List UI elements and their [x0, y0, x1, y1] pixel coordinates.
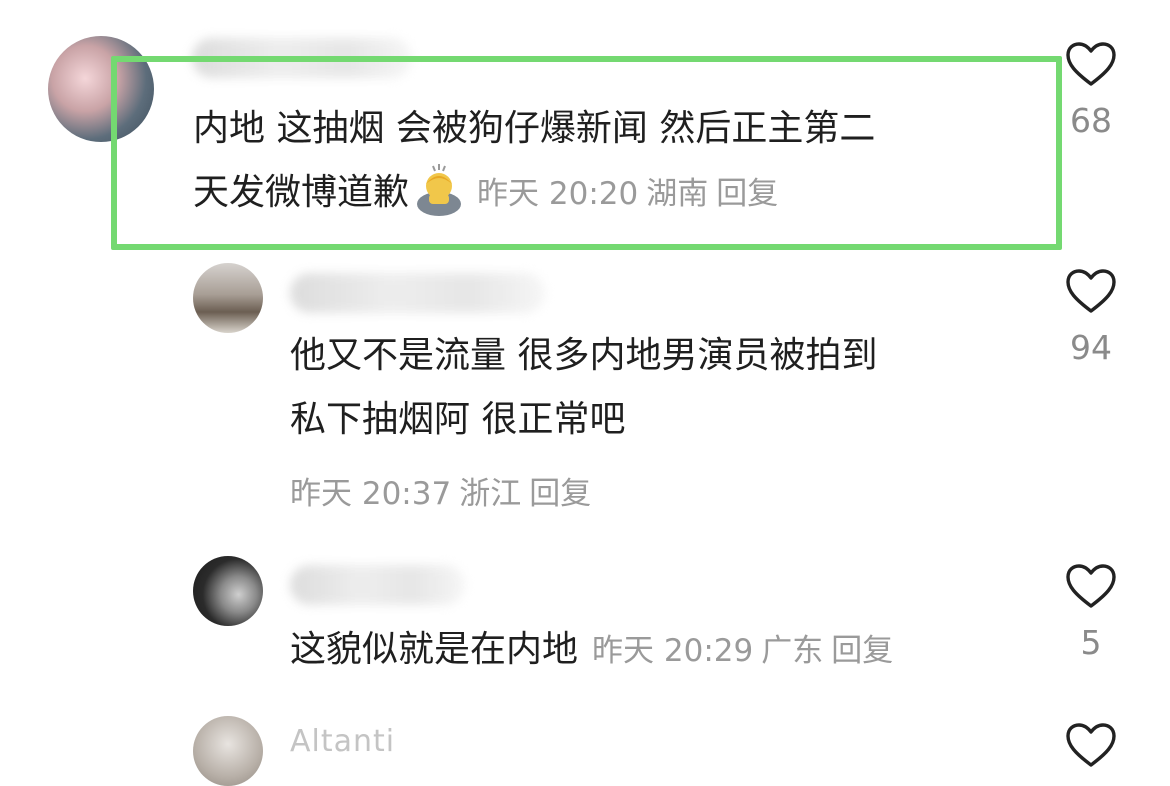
comment-text-line: 这貌似就是在内地 昨天 20:29 广东 回复: [290, 618, 901, 683]
avatar[interactable]: [193, 263, 263, 333]
heart-icon: [1066, 723, 1116, 767]
comment-text: 这貌似就是在内地 昨天 20:29 广东 回复: [290, 618, 901, 683]
comment-text-line: 他又不是流量 很多内地男演员被拍到: [290, 335, 878, 376]
heart-icon: [1066, 269, 1116, 313]
comment-meta: 昨天 20:37 浙江 回复: [290, 468, 599, 513]
comment-location: 广东: [761, 633, 824, 669]
like-button[interactable]: [1061, 722, 1121, 768]
comment-text-segment: 这貌似就是在内地: [290, 629, 579, 670]
like-button[interactable]: 94: [1061, 268, 1121, 367]
highlight-box: [111, 56, 1062, 250]
heart-icon: [1066, 564, 1116, 608]
like-count: 5: [1080, 623, 1102, 662]
comment-location: 浙江: [459, 476, 522, 512]
username-blurred[interactable]: [290, 273, 545, 313]
like-count: 68: [1070, 101, 1112, 140]
like-count: 94: [1070, 328, 1112, 367]
like-button[interactable]: 68: [1061, 41, 1121, 140]
comment-text: 他又不是流量 很多内地男演员被拍到 私下抽烟阿 很正常吧: [290, 324, 877, 452]
reply-button[interactable]: 回复: [831, 633, 893, 669]
comment-time: 昨天 20:37: [290, 476, 452, 512]
comment-text-line: 私下抽烟阿 很正常吧: [290, 399, 626, 440]
avatar[interactable]: [193, 716, 263, 786]
username-blurred[interactable]: [290, 565, 465, 605]
comment-time: 昨天 20:29: [592, 633, 754, 669]
comment-meta: 昨天 20:29 广东 回复: [592, 633, 901, 669]
username[interactable]: Altanti: [290, 724, 395, 759]
reply-button[interactable]: 回复: [529, 476, 591, 512]
heart-icon: [1066, 42, 1116, 86]
avatar[interactable]: [193, 556, 263, 626]
like-button[interactable]: 5: [1061, 563, 1121, 662]
